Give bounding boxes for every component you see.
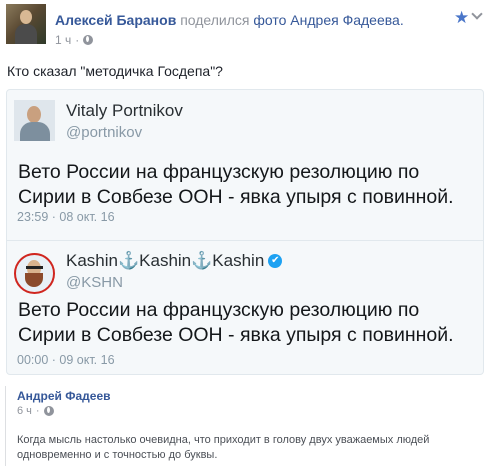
globe-icon[interactable]: [43, 406, 54, 416]
meta-separator: ·: [75, 33, 80, 47]
post-meta: 1 ч ·: [55, 33, 94, 47]
post-text: Кто сказал "методичка Госдепа"?: [7, 63, 223, 79]
tweet-date: 23:59 · 08 окт. 16: [17, 210, 115, 224]
tweet-text: Вето России на французскую резолюцию по …: [18, 299, 454, 346]
tweet-avatar-body: [20, 122, 50, 141]
tweet-portnikov: Vitaly Portnikov @portnikov Вето России …: [7, 90, 483, 240]
photo-link[interactable]: фото Андрея Фадеева.: [253, 12, 403, 28]
chevron-down-icon[interactable]: [471, 8, 483, 20]
post-timestamp[interactable]: 1 ч: [55, 33, 71, 47]
tweet-handle: @portnikov: [66, 124, 143, 141]
tweet-text: Вето России на французскую резолюцию по …: [18, 161, 454, 208]
tweet-avatar: [14, 253, 55, 294]
avatar-torso: [15, 24, 37, 44]
tweet-avatar-glasses: [26, 266, 43, 269]
tweet-handle: @KSHN: [66, 274, 123, 291]
comment-timestamp[interactable]: 6 ч: [17, 405, 32, 417]
author-avatar[interactable]: [6, 4, 46, 44]
author-name-link[interactable]: Алексей Баранов: [55, 12, 176, 28]
comment-block: Андрей Фадеев 6 ч · Когда мысль настольк…: [5, 386, 484, 466]
tweet-author-name-text: Vitaly Portnikov: [66, 101, 183, 120]
comment-author-link[interactable]: Андрей Фадеев: [17, 389, 111, 403]
verified-badge-icon: ✔: [268, 254, 283, 268]
tweet-kashin: Kashin⚓Kashin⚓Kashin ✔ @KSHN Вето России…: [7, 240, 483, 375]
star-icon[interactable]: ★: [454, 8, 469, 28]
avatar-head: [20, 10, 32, 24]
tweet-avatar-beard: [25, 273, 43, 287]
meta-separator: ·: [35, 405, 40, 417]
tweet-author-name: Vitaly Portnikov: [66, 101, 183, 121]
comment-text: Когда мысль настолько очевидна, что прих…: [17, 434, 430, 461]
tweet-author-name: Kashin⚓Kashin⚓Kashin ✔: [66, 251, 283, 271]
post-header: Алексей Баранов поделился фото Андрея Фа…: [0, 0, 484, 56]
tweet-avatar: [14, 100, 55, 141]
globe-icon[interactable]: [83, 35, 94, 45]
tweet-author-name-text: Kashin⚓Kashin⚓Kashin: [66, 251, 265, 270]
shared-label: поделился: [180, 12, 250, 28]
post-headline: Алексей Баранов поделился фото Андрея Фа…: [55, 12, 404, 28]
tweet-screenshot[interactable]: Vitaly Portnikov @portnikov Вето России …: [6, 89, 484, 375]
tweet-avatar-head: [27, 106, 41, 123]
tweet-date: 00:00 · 09 окт. 16: [17, 353, 115, 367]
comment-meta: 6 ч ·: [17, 405, 54, 417]
